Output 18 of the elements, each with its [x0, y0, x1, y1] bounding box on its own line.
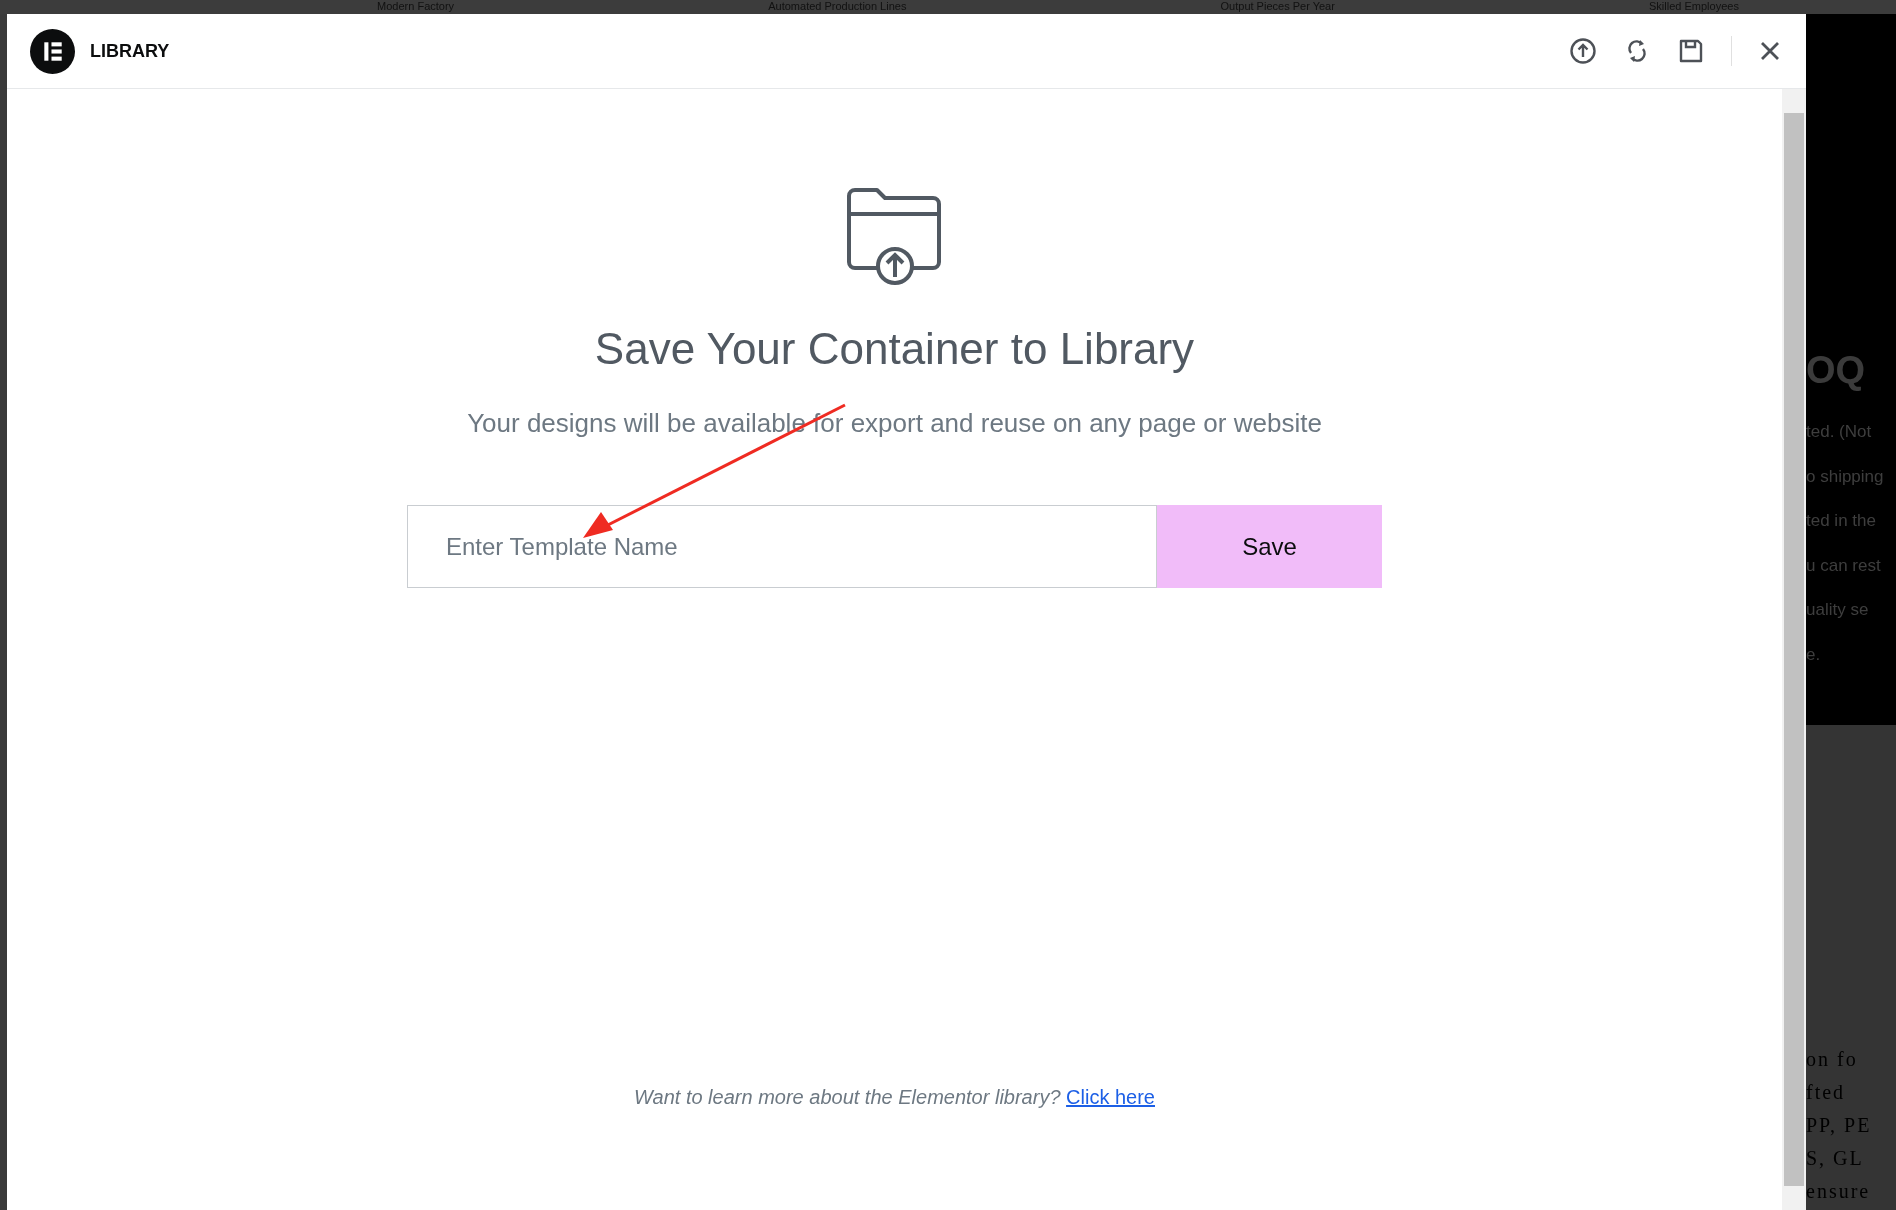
body-text: e. — [1806, 643, 1822, 666]
scrollbar[interactable] — [1782, 89, 1806, 1210]
click-here-link[interactable]: Click here — [1066, 1086, 1155, 1108]
save-icon[interactable] — [1677, 37, 1705, 65]
body-text: ted in the — [1806, 510, 1877, 532]
upload-icon[interactable] — [1569, 37, 1597, 65]
section-heading: OQ — [1806, 348, 1867, 392]
dialog-heading: Save Your Container to Library — [594, 324, 1195, 374]
save-button[interactable]: Save — [1157, 505, 1382, 588]
body-text: ted. (Not — [1806, 421, 1873, 443]
body-text: u can rest — [1806, 554, 1882, 577]
dialog-title: LIBRARY — [90, 40, 170, 62]
body-text: o shipping — [1806, 465, 1885, 488]
template-name-field[interactable]: Enter Template Name — [407, 505, 1157, 588]
body-text: uality se — [1806, 599, 1870, 621]
scrollbar-thumb[interactable] — [1784, 113, 1804, 1186]
footer-text: Want to learn more about the Elementor library? Click here — [634, 1086, 1155, 1109]
logo-icon — [30, 28, 75, 74]
